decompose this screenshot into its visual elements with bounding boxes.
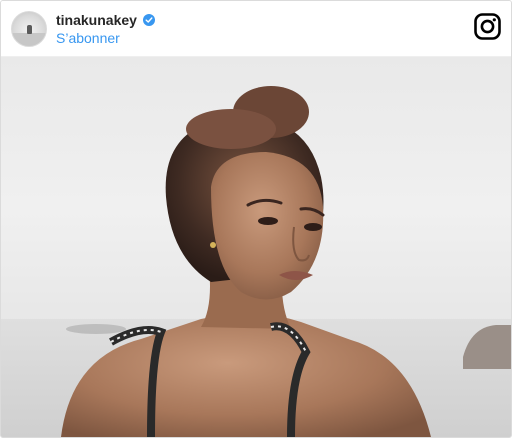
avatar-figure bbox=[27, 25, 32, 34]
instagram-embed: tinakunakey S’abonner bbox=[0, 0, 512, 438]
hair-bun-lower bbox=[186, 109, 276, 149]
rock-left bbox=[66, 324, 126, 334]
avatar[interactable] bbox=[11, 11, 47, 47]
portrait-illustration bbox=[1, 86, 511, 437]
eye-right bbox=[304, 223, 322, 231]
username-link[interactable]: tinakunakey bbox=[56, 11, 137, 29]
earring bbox=[210, 242, 216, 248]
username-row: tinakunakey bbox=[56, 11, 155, 29]
instagram-icon[interactable] bbox=[474, 13, 501, 40]
subscribe-link[interactable]: S’abonner bbox=[56, 30, 120, 47]
post-photo[interactable] bbox=[1, 57, 511, 437]
avatar-sea bbox=[12, 33, 46, 46]
verified-badge-icon bbox=[142, 14, 155, 26]
eye-left bbox=[258, 217, 278, 225]
post-header: tinakunakey S’abonner bbox=[1, 1, 511, 57]
